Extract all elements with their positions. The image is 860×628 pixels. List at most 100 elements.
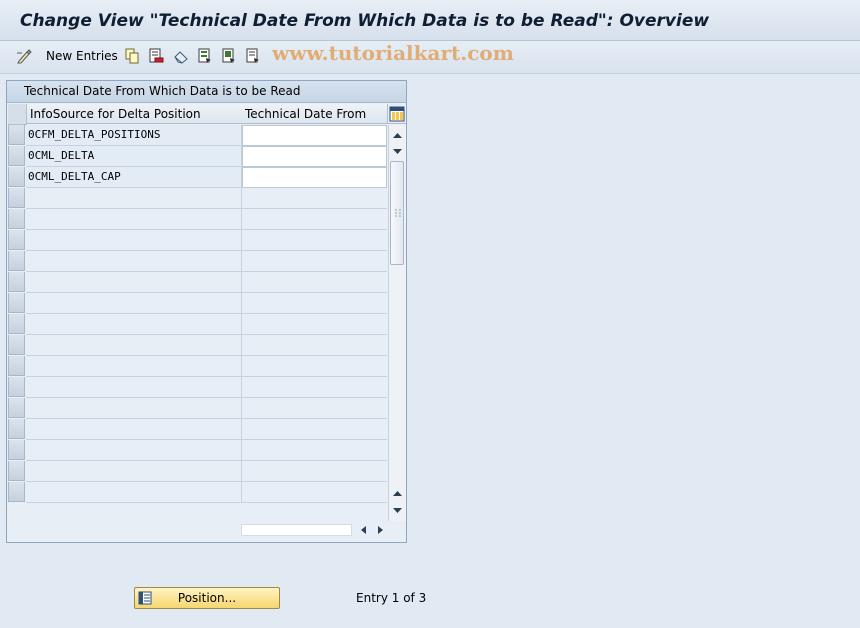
row-selector[interactable] [8,167,25,187]
application-toolbar: New Entries www.tutorialkart.com [0,41,860,74]
table-row [8,188,387,209]
scroll-down-icon[interactable] [391,504,404,517]
table-row [8,314,387,335]
table-settings-icon [389,106,405,122]
technical-date-cell [242,419,387,440]
row-selector[interactable] [8,398,25,418]
scroll-up-icon[interactable] [391,129,404,142]
technical-date-cell [242,272,387,293]
table-row [8,356,387,377]
undo-icon[interactable] [173,48,189,64]
position-button-label: Position... [177,591,237,605]
row-selector[interactable] [8,209,25,229]
row-selector[interactable] [8,440,25,460]
row-selector[interactable] [8,125,25,145]
horizontal-scrollbar[interactable] [241,522,386,538]
infosource-cell: 0CML_DELTA [26,146,242,167]
grip-icon [395,209,401,217]
scroll-up-icon[interactable] [391,487,404,500]
table-row: 0CFM_DELTA_POSITIONS [8,125,387,146]
horizontal-scroll-track[interactable] [241,524,352,536]
technical-date-cell [242,188,387,209]
vertical-scrollbar[interactable] [388,125,406,521]
table-row [8,335,387,356]
new-entries-button[interactable]: New Entries [46,49,118,63]
row-selector[interactable] [8,419,25,439]
row-selector[interactable] [8,188,25,208]
scroll-down-icon[interactable] [391,145,404,158]
row-selector[interactable] [8,230,25,250]
column-header-infosource[interactable]: InfoSource for Delta Position [27,104,243,124]
technical-date-cell [242,230,387,251]
row-selector[interactable] [8,146,25,166]
table-title: Technical Date From Which Data is to be … [24,84,301,98]
table-row [8,230,387,251]
row-selector[interactable] [8,314,25,334]
column-header-technical-date[interactable]: Technical Date From [242,104,388,124]
infosource-cell [26,209,242,230]
table-row [8,440,387,461]
technical-date-cell [242,251,387,272]
column-header-label: InfoSource for Delta Position [30,107,201,121]
technical-date-cell [242,314,387,335]
infosource-cell [26,440,242,461]
technical-date-cell [242,377,387,398]
row-selector[interactable] [8,461,25,481]
technical-date-cell [242,209,387,230]
table-row [8,209,387,230]
table-row [8,272,387,293]
scroll-right-icon[interactable] [374,524,386,536]
infosource-cell [26,482,242,503]
row-selector[interactable] [8,251,25,271]
table-row [8,251,387,272]
infosource-cell [26,272,242,293]
infosource-cell [26,314,242,335]
row-selector[interactable] [8,482,25,502]
infosource-cell: 0CFM_DELTA_POSITIONS [26,125,242,146]
technical-date-input[interactable] [242,125,387,146]
table-row [8,377,387,398]
infosource-cell [26,461,242,482]
table-row: 0CML_DELTA_CAP [8,167,387,188]
infosource-cell [26,251,242,272]
infosource-cell [26,398,242,419]
page-title: Change View "Technical Date From Which D… [20,11,710,31]
table-row [8,461,387,482]
technical-date-input[interactable] [242,146,387,167]
title-bar: Change View "Technical Date From Which D… [0,0,860,41]
technical-date-input[interactable] [242,167,387,188]
technical-date-cell [242,482,387,503]
infosource-cell [26,230,242,251]
scroll-left-icon[interactable] [358,524,370,536]
table-row: 0CML_DELTA [8,146,387,167]
row-selector[interactable] [8,356,25,376]
entry-counter: Entry 1 of 3 [356,591,427,605]
select-all-rows-button[interactable] [8,104,27,125]
watermark: www.tutorialkart.com [272,41,514,65]
technical-date-cell [242,335,387,356]
select-all-icon[interactable] [197,48,213,64]
infosource-cell [26,419,242,440]
technical-date-cell [242,440,387,461]
position-button[interactable]: Position... [134,587,280,609]
row-selector[interactable] [8,293,25,313]
infosource-value: 0CML_DELTA [28,149,95,162]
deselect-all-icon[interactable] [245,48,261,64]
select-block-icon[interactable] [221,48,237,64]
row-selector[interactable] [8,377,25,397]
delete-icon[interactable] [148,48,164,64]
copy-icon[interactable] [124,48,140,64]
table-title-bar: Technical Date From Which Data is to be … [7,81,406,103]
table-settings-button[interactable] [388,104,406,124]
table-row [8,482,387,503]
table-row [8,293,387,314]
infosource-value: 0CML_DELTA_CAP [28,170,121,183]
row-selector[interactable] [8,272,25,292]
technical-date-cell [242,356,387,377]
table-row [8,419,387,440]
row-selector[interactable] [8,335,25,355]
technical-date-cell [242,293,387,314]
display-change-icon[interactable] [16,48,32,64]
scroll-thumb[interactable] [390,161,404,265]
column-header-label: Technical Date From [245,107,367,121]
